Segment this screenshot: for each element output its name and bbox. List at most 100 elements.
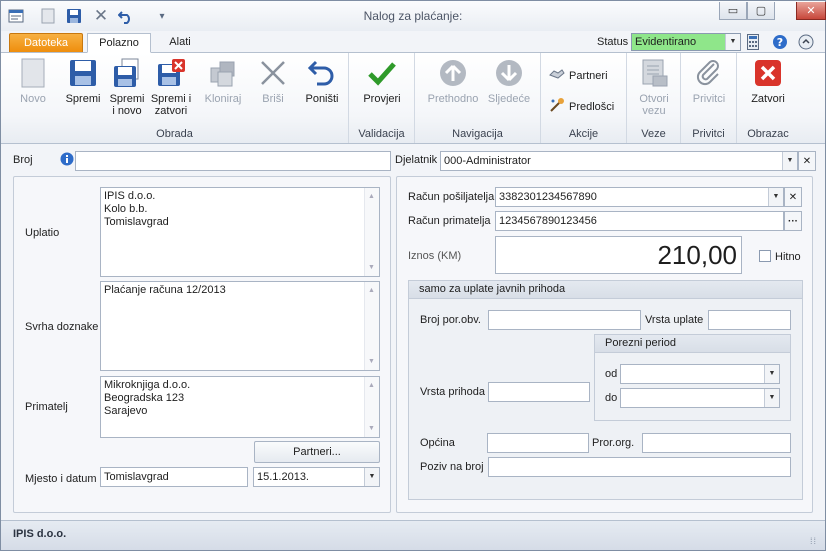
od-dropdown[interactable]: ▼ — [620, 364, 780, 384]
hitno-label: Hitno — [775, 251, 801, 263]
left-panel: Uplatio IPIS d.o.o. Kolo b.b. Tomislavgr… — [13, 176, 391, 513]
iznos-input[interactable]: 210,00 — [495, 236, 742, 274]
spremi-button[interactable]: Spremi — [61, 57, 105, 105]
close-icon — [752, 57, 784, 89]
poziv-na-broj-input[interactable] — [488, 457, 791, 477]
scrollbar[interactable] — [364, 188, 379, 276]
group-label-privitci: Privitci — [692, 128, 725, 140]
group-label-obrazac: Obrazac — [747, 128, 789, 140]
iznos-label: Iznos (KM) — [408, 250, 462, 262]
privitci-label: Privitci — [692, 93, 726, 105]
vrsta-uplate-label: Vrsta uplate — [645, 314, 704, 326]
resize-grip-icon[interactable]: ⁞⁞ — [810, 536, 817, 546]
arrow-down-icon — [493, 57, 525, 89]
do-dropdown[interactable]: ▼ — [620, 388, 780, 408]
privitci-button[interactable]: Privitci — [686, 57, 732, 105]
right-panel: Račun pošiljatelja 3382301234567890 ▼ ✕ … — [396, 176, 813, 513]
link-document-icon — [638, 57, 670, 89]
undo-icon — [306, 57, 338, 89]
chevron-down-icon[interactable]: ▼ — [725, 34, 740, 50]
delete-icon — [257, 57, 289, 89]
tab-datoteka[interactable]: Datoteka — [9, 33, 83, 53]
otvori-vezu-button[interactable]: Otvori vezu — [631, 57, 677, 117]
minimize-button[interactable]: ▭ — [719, 2, 747, 20]
novo-label: Novo — [20, 93, 46, 105]
chevron-down-icon[interactable]: ▼ — [764, 389, 779, 407]
scrollbar[interactable] — [364, 282, 379, 370]
partneri-button[interactable]: Partneri — [549, 67, 608, 84]
info-icon[interactable] — [60, 152, 74, 169]
group-label-obrada: Obrada — [156, 128, 193, 140]
spremi-novo-label-1: Spremi — [109, 93, 145, 105]
chevron-down-icon[interactable]: ▼ — [764, 365, 779, 383]
zatvori-label: Zatvori — [751, 93, 785, 105]
racun-primatelja-browse-button[interactable]: ··· — [784, 211, 802, 231]
vrsta-prihoda-input[interactable] — [488, 382, 590, 402]
svrha-doznake-textarea[interactable]: Plaćanje računa 12/2013 — [100, 281, 380, 371]
predlosci-button[interactable]: Predlošci — [549, 97, 614, 116]
primatelj-line-3: Sarajevo — [104, 405, 148, 417]
provjeri-label: Provjeri — [363, 93, 401, 105]
porezni-period-title: Porezni period — [595, 335, 790, 353]
vrsta-uplate-input[interactable] — [708, 310, 791, 330]
partneri-button[interactable]: Partneri... — [254, 441, 380, 463]
spremi-label: Spremi — [65, 93, 101, 105]
zatvori-button[interactable]: Zatvori — [745, 57, 791, 105]
broj-label: Broj — [13, 154, 33, 166]
prethodno-button[interactable]: Prethodno — [423, 57, 483, 105]
ribbon-collapse-icon[interactable] — [798, 34, 814, 53]
predlosci-label: Predlošci — [569, 100, 615, 113]
sljedece-button[interactable]: Sljedeće — [483, 57, 535, 105]
broj-por-obv-label: Broj por.obv. — [420, 314, 481, 326]
chevron-down-icon[interactable]: ▼ — [782, 152, 797, 170]
javni-prihodi-box: samo za uplate javnih prihoda Broj por.o… — [408, 280, 803, 500]
close-window-button[interactable]: ✕ — [796, 2, 826, 20]
tab-alati[interactable]: Alati — [155, 33, 205, 53]
uplatio-line-2: Kolo b.b. — [104, 203, 148, 215]
brisi-button[interactable]: Briši — [253, 57, 293, 105]
chevron-down-icon[interactable]: ▼ — [364, 468, 379, 486]
status-dropdown[interactable]: Evidentirano ▼ — [631, 33, 741, 51]
ponisti-button[interactable]: Poništi — [299, 57, 345, 105]
checkmark-icon — [366, 57, 398, 89]
spremi-i-zatvori-button[interactable]: Spremi i zatvori — [149, 57, 193, 117]
djelatnik-clear-button[interactable]: ✕ — [798, 151, 816, 171]
help-icon[interactable]: ? — [772, 34, 788, 53]
uplatio-line-1: IPIS d.o.o. — [104, 190, 156, 202]
mjesto-input[interactable]: Tomislavgrad — [100, 467, 248, 487]
scrollbar[interactable] — [364, 377, 379, 437]
kloniraj-button[interactable]: Kloniraj — [200, 57, 246, 105]
pror-org-input[interactable] — [642, 433, 791, 453]
racun-posiljatelja-dropdown[interactable]: 3382301234567890 ▼ — [495, 187, 784, 207]
ribbon-group-veze: Otvori vezu Veze — [627, 53, 681, 143]
chevron-down-icon[interactable]: ▼ — [768, 188, 783, 206]
racun-posiljatelja-clear-button[interactable]: ✕ — [784, 187, 802, 207]
close-icon: ✕ — [802, 155, 812, 167]
uplatio-label: Uplatio — [25, 227, 60, 239]
calculator-icon[interactable] — [747, 34, 759, 53]
uplatio-textarea[interactable]: IPIS d.o.o. Kolo b.b. Tomislavgrad — [100, 187, 380, 277]
novo-button[interactable]: Novo — [11, 57, 55, 105]
datum-picker[interactable]: 15.1.2013. ▼ — [253, 467, 380, 487]
new-document-icon — [17, 57, 49, 89]
group-label-veze: Veze — [641, 128, 666, 140]
ellipsis-icon: ··· — [788, 215, 798, 227]
broj-input[interactable] — [75, 151, 391, 171]
racun-primatelja-input[interactable]: 1234567890123456 — [495, 211, 784, 231]
save-close-icon — [155, 57, 187, 89]
status-bar: IPIS d.o.o. ⁞⁞ — [1, 520, 825, 550]
spremi-i-novo-button[interactable]: Spremi i novo — [105, 57, 149, 117]
hitno-checkbox[interactable] — [759, 250, 771, 262]
tab-polazno[interactable]: Polazno — [87, 33, 151, 53]
ribbon-group-validacija: Provjeri Validacija — [349, 53, 415, 143]
primatelj-textarea[interactable]: Mikroknjiga d.o.o. Beogradska 123 Saraje… — [100, 376, 380, 438]
racun-posiljatelja-value: 3382301234567890 — [499, 191, 597, 203]
djelatnik-dropdown[interactable]: 000-Administrator ▼ — [440, 151, 798, 171]
opcina-input[interactable] — [487, 433, 589, 453]
svg-text:?: ? — [777, 36, 783, 49]
status-value: Evidentirano — [635, 36, 697, 48]
provjeri-button[interactable]: Provjeri — [359, 57, 405, 105]
broj-por-obv-input[interactable] — [488, 310, 641, 330]
ribbon-group-obrazac: Zatvori Obrazac — [737, 53, 799, 143]
maximize-button[interactable]: ▢ — [747, 2, 775, 20]
